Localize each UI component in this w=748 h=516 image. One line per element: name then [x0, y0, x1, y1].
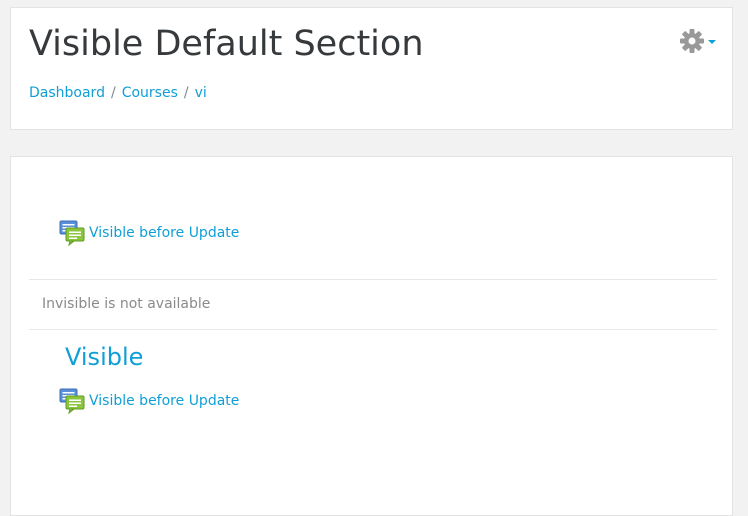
page-header: Visible Default Section Dashboard / Course…: [10, 7, 733, 130]
forum-icon: [59, 388, 85, 414]
section-title[interactable]: Visible: [65, 341, 143, 373]
section-divider: [29, 329, 717, 330]
forum-link[interactable]: Visible before Update: [89, 391, 239, 411]
gear-icon: [680, 29, 716, 53]
page-title: Visible Default Section: [29, 24, 424, 64]
breadcrumb-separator: /: [183, 85, 189, 101]
breadcrumb-separator: /: [110, 85, 116, 101]
section-divider: [29, 279, 717, 280]
breadcrumb-dashboard[interactable]: Dashboard: [29, 85, 105, 101]
forum-activity: Visible before Update: [59, 220, 239, 246]
section-unavailable-notice: Invisible is not available: [42, 296, 211, 312]
chevron-down-icon: [708, 40, 716, 44]
breadcrumb-course[interactable]: vi: [195, 85, 207, 101]
forum-icon: [59, 220, 85, 246]
breadcrumb-courses[interactable]: Courses: [122, 85, 178, 101]
course-content: Visible before Update Invisible is not a…: [10, 156, 733, 516]
settings-menu-button[interactable]: [679, 27, 719, 55]
forum-link[interactable]: Visible before Update: [89, 223, 239, 243]
forum-activity: Visible before Update: [59, 388, 239, 414]
breadcrumb: Dashboard / Courses / vi: [29, 83, 207, 103]
